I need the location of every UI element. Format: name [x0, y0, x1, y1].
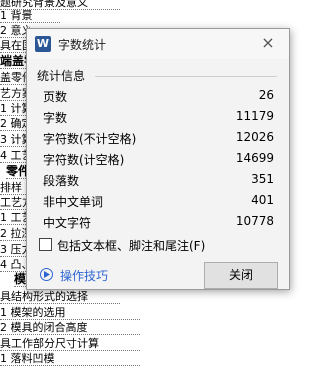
stat-value: 14699 [235, 151, 274, 165]
stat-label: 段落数 [43, 174, 80, 188]
play-circle-icon [40, 268, 53, 281]
doc-line: 具工作部分尺寸计算 [0, 336, 140, 351]
stat-row-words: 字数 11179 [43, 109, 274, 129]
section-title: 统计信息 [37, 69, 86, 83]
checkbox-label: 包括文本框、脚注和尾注(F) [57, 239, 206, 253]
stat-label: 中文字符 [43, 216, 92, 230]
stat-value: 10778 [235, 214, 274, 228]
include-textboxes-checkbox[interactable] [39, 238, 52, 251]
close-button[interactable]: 关闭 [204, 262, 278, 289]
section-divider [95, 76, 277, 77]
stat-label: 字符数(计空格) [43, 153, 125, 167]
doc-line: 1 背景 [0, 8, 60, 23]
doc-line: 具结构形式的选择 [0, 289, 120, 304]
close-icon[interactable]: × [259, 34, 277, 52]
stat-row-paragraphs: 段落数 351 [43, 172, 274, 192]
dialog-title: 字数统计 [58, 38, 107, 52]
stat-label: 字数 [43, 111, 68, 125]
stat-label: 页数 [43, 90, 68, 104]
stat-value: 401 [251, 193, 274, 207]
stat-row-non-chinese-words: 非中文单词 401 [43, 193, 274, 213]
stat-value: 26 [258, 88, 274, 102]
stat-label: 非中文单词 [43, 195, 104, 209]
stat-label: 字符数(不计空格) [43, 132, 137, 146]
stat-row-chars-no-spaces: 字符数(不计空格) 12026 [43, 130, 274, 150]
doc-line: 1 落料凹模 [0, 351, 140, 366]
stat-row-chinese-chars: 中文字符 10778 [43, 214, 274, 234]
stat-row-chars-with-spaces: 字符数(计空格) 14699 [43, 151, 274, 171]
stat-row-pages: 页数 26 [43, 88, 274, 108]
stat-value: 351 [251, 172, 274, 186]
doc-line: 2 模具的闭合高度 [0, 320, 140, 335]
stat-value: 11179 [235, 109, 274, 123]
tips-label: 操作技巧 [60, 269, 109, 283]
stat-value: 12026 [235, 130, 274, 144]
dialog-titlebar[interactable]: W 字数统计 × [27, 29, 289, 59]
wps-writer-icon: W [35, 36, 51, 52]
word-count-dialog: W 字数统计 × 统计信息 页数 26 字数 11179 字符数(不计空格) 1… [26, 28, 290, 290]
doc-line: 1 模架的选用 [0, 305, 140, 320]
doc-line: 具在国 [0, 38, 28, 53]
